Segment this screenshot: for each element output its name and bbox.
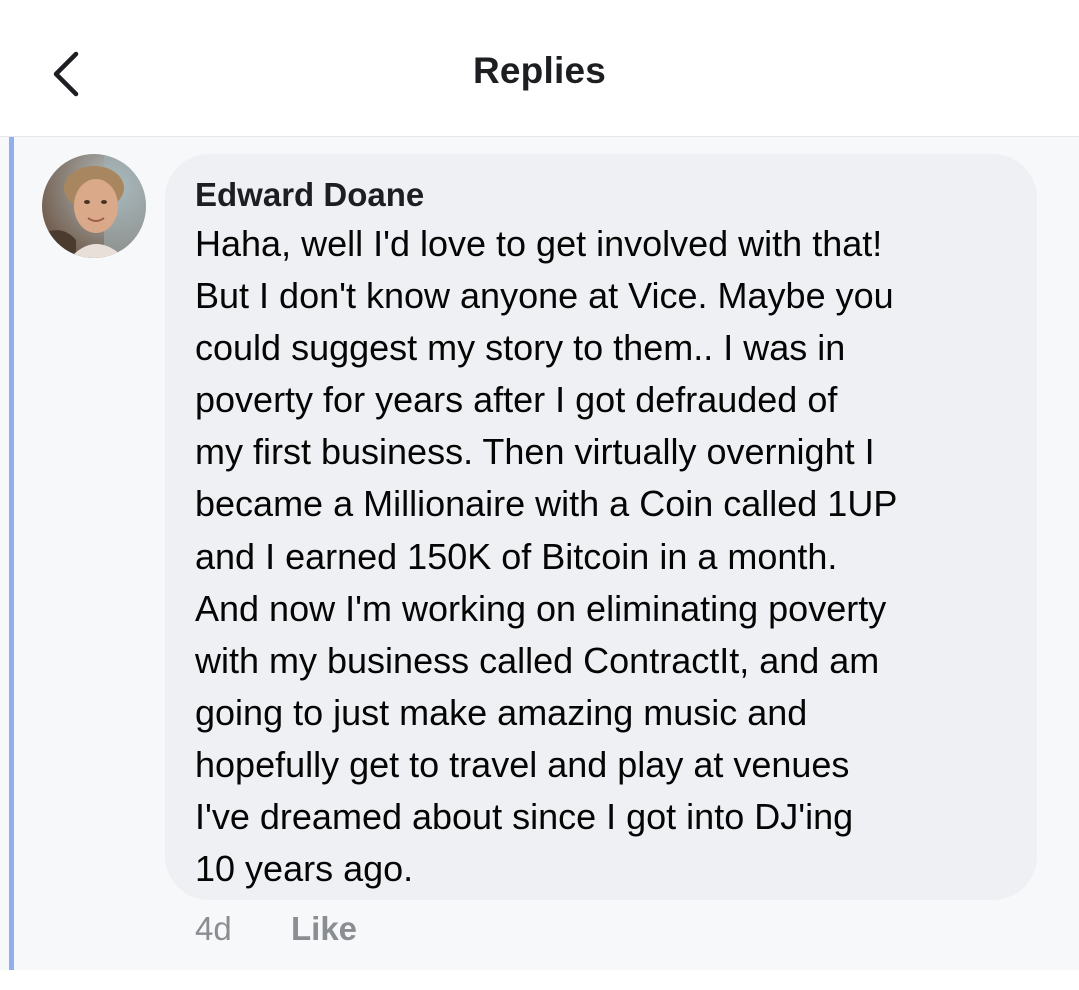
comment-bubble: Edward Doane Haha, well I'd love to get … xyxy=(165,154,1037,900)
comment-text-line: going to just make amazing music and xyxy=(195,691,808,733)
comment-text-line: with my business called ContractIt, and … xyxy=(195,639,880,681)
comment-text-line: became a Millionaire with a Coin called … xyxy=(195,483,898,525)
avatar-photo xyxy=(42,154,146,258)
comment-text-line: my first business. Then virtually overni… xyxy=(195,431,875,473)
comment-text-line: But I don't know anyone at Vice. Maybe y… xyxy=(195,275,894,317)
comment-text-line: and I earned 150K of Bitcoin in a month. xyxy=(195,535,838,577)
avatar[interactable] xyxy=(42,154,146,258)
comment-text-line: 10 years ago. xyxy=(195,848,414,890)
comment-text-line: could suggest my story to them.. I was i… xyxy=(195,327,846,369)
comment-text: Haha, well I'd love to get involved with… xyxy=(195,218,1015,895)
comment-text-line: And now I'm working on eliminating pover… xyxy=(195,587,887,629)
thread-indicator-line xyxy=(9,137,14,970)
header-bar: Replies xyxy=(0,0,1079,137)
comment-text-line: poverty for years after I got defrauded … xyxy=(195,379,838,421)
comment-author[interactable]: Edward Doane xyxy=(195,176,424,214)
comment-timestamp: 4d xyxy=(195,910,232,947)
comment-text-line: I've dreamed about since I got into DJ'i… xyxy=(195,796,854,838)
comment-text-line: hopefully get to travel and play at venu… xyxy=(195,743,850,785)
page-title: Replies xyxy=(472,50,606,91)
comment-text-line: Haha, well I'd love to get involved with… xyxy=(195,223,883,264)
reply-thread: Edward Doane Haha, well I'd love to get … xyxy=(0,137,1079,970)
replies-screen: Replies Edward Doane Haha, well I'd love… xyxy=(0,0,1079,990)
like-button[interactable]: Like xyxy=(291,910,357,948)
